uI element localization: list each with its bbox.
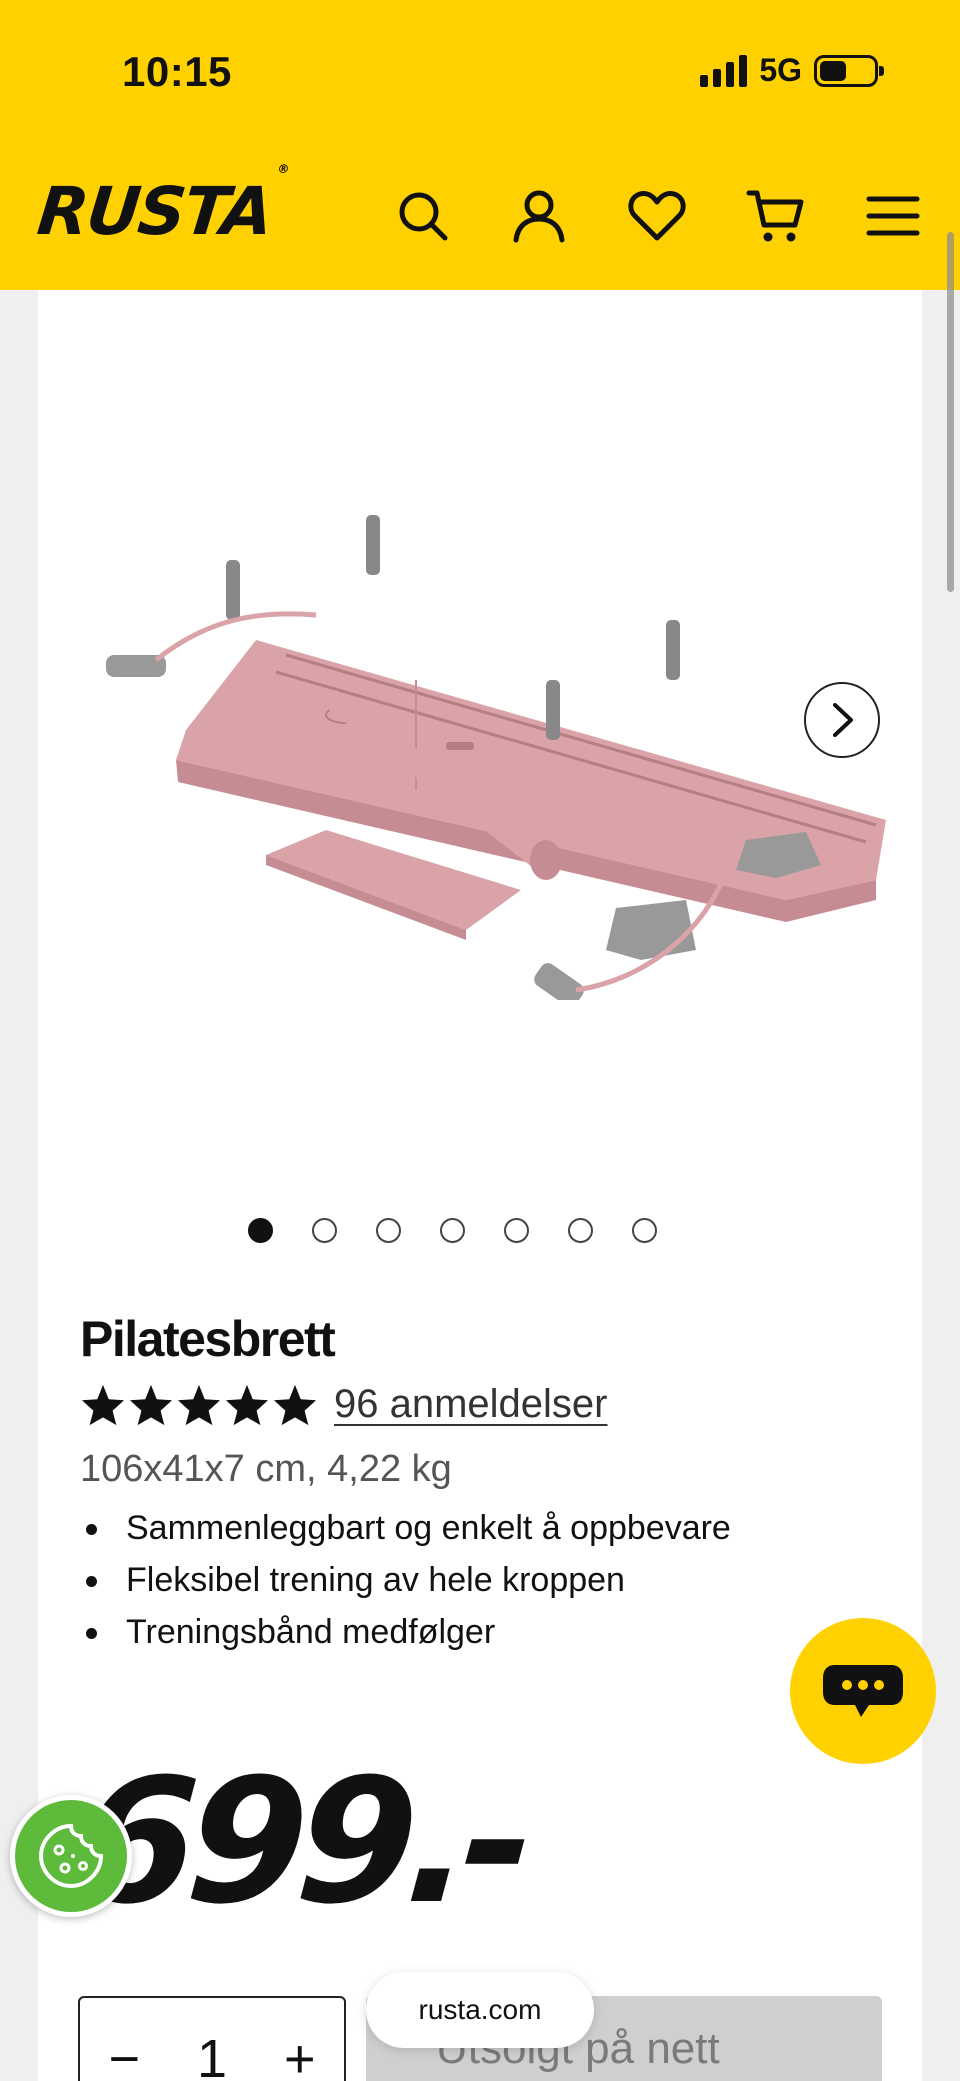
- cookie-icon: [38, 1823, 104, 1889]
- chevron-right-icon: [833, 703, 853, 737]
- status-bar: 10:15 5G: [0, 0, 960, 145]
- list-item: Fleksibel trening av hele kroppen: [86, 1554, 731, 1606]
- menu-icon[interactable]: [862, 185, 924, 247]
- list-item: Sammenleggbart og enkelt å oppbevare: [86, 1502, 731, 1554]
- decrease-button[interactable]: −: [108, 2028, 140, 2081]
- reviews-link[interactable]: 96 anmeldelser: [334, 1382, 608, 1427]
- product-card: Pilatesbrett 96 anmeldelser 106x41x7 cm,…: [38, 290, 922, 2081]
- cart-icon[interactable]: [744, 185, 806, 247]
- rusta-logo[interactable]: RUSTA®: [34, 162, 288, 250]
- status-indicators: 5G: [700, 52, 884, 89]
- star-icon: [273, 1384, 317, 1425]
- battery-icon: [814, 54, 884, 87]
- signal-icon: [700, 54, 748, 87]
- quantity-value[interactable]: 1: [197, 2028, 227, 2081]
- chat-icon: [823, 1665, 903, 1717]
- star-icon: [129, 1384, 173, 1425]
- star-icon: [81, 1384, 125, 1425]
- product-title: Pilatesbrett: [80, 1311, 336, 1367]
- cookie-settings-button[interactable]: [10, 1795, 132, 1917]
- star-rating: [80, 1383, 318, 1427]
- product-image[interactable]: [86, 460, 906, 1007]
- product-price: 699.-: [71, 1741, 531, 1942]
- account-icon[interactable]: [508, 185, 570, 247]
- product-specs: 106x41x7 cm, 4,22 kg: [80, 1448, 452, 1490]
- search-icon[interactable]: [392, 185, 454, 247]
- gallery-dot[interactable]: [247, 1218, 273, 1243]
- product-rating: 96 anmeldelser: [80, 1382, 608, 1427]
- gallery-dot[interactable]: [311, 1218, 337, 1243]
- gallery-dot[interactable]: [567, 1218, 593, 1243]
- star-icon: [225, 1384, 269, 1425]
- gallery-dot[interactable]: [439, 1218, 465, 1243]
- gallery-dot[interactable]: [503, 1218, 529, 1243]
- chat-button[interactable]: [790, 1618, 936, 1764]
- gallery-dot[interactable]: [631, 1218, 657, 1243]
- star-icon: [177, 1384, 221, 1425]
- network-label: 5G: [759, 52, 802, 88]
- gallery-next-button[interactable]: [804, 682, 880, 758]
- gallery-pagination: [10, 1218, 894, 1243]
- site-header: RUSTA®: [0, 145, 960, 290]
- feature-list: Sammenleggbart og enkelt å oppbevare Fle…: [86, 1502, 731, 1658]
- quantity-stepper: − 1 +: [78, 1996, 346, 2081]
- scrollbar[interactable]: [947, 232, 954, 592]
- list-item: Treningsbånd medfølger: [86, 1606, 731, 1658]
- heart-icon[interactable]: [626, 185, 688, 247]
- browser-url-bar[interactable]: rusta.com: [366, 1972, 594, 2048]
- increase-button[interactable]: +: [284, 2028, 316, 2081]
- status-time: 10:15: [122, 48, 232, 95]
- gallery-dot[interactable]: [375, 1218, 401, 1243]
